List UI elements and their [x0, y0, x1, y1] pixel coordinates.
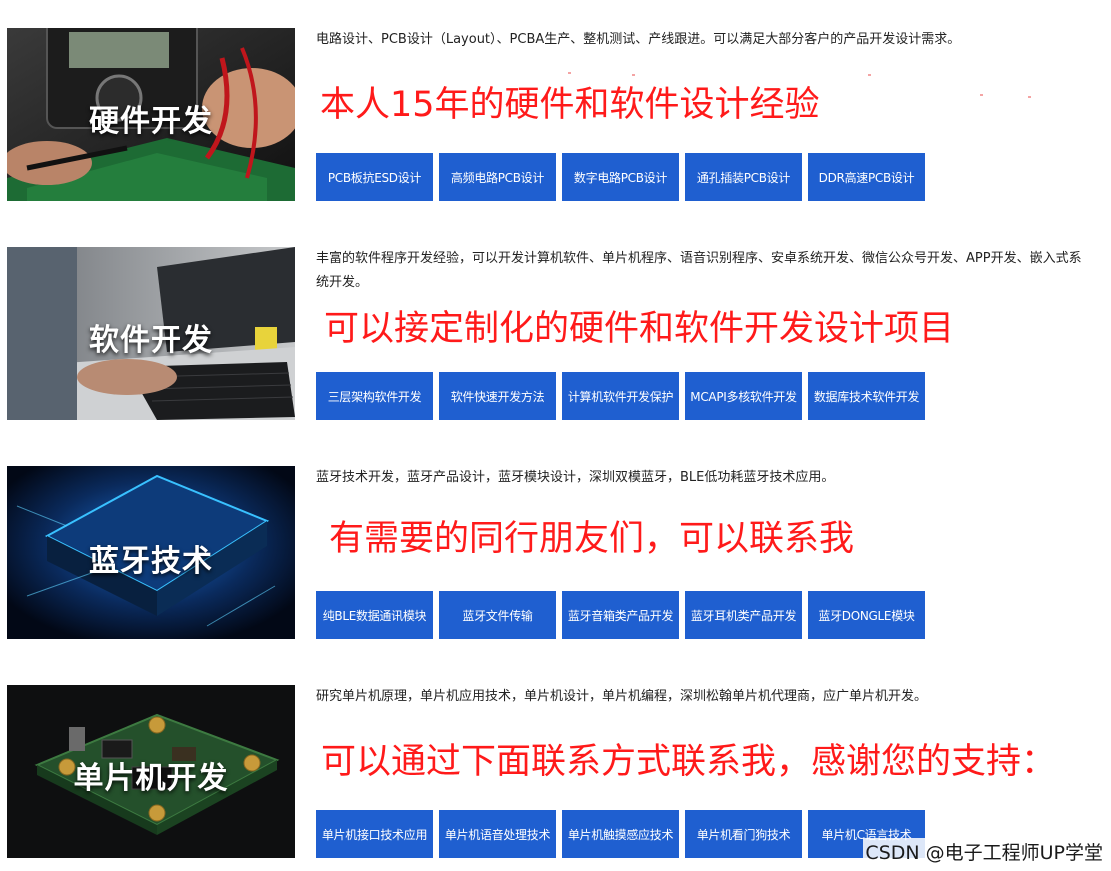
software-highlight: 可以接定制化的硬件和软件开发设计项目 [324, 309, 955, 349]
mcu-button-voice[interactable]: 单片机语音处理技术 [439, 810, 556, 858]
service-section-mcu: 单片机开发 研究单片机原理，单片机应用技术，单片机设计，单片机编程，深圳松翰单片… [0, 685, 1111, 861]
mcu-button-touch[interactable]: 单片机触摸感应技术 [562, 810, 679, 858]
bluetooth-button-earphone[interactable]: 蓝牙耳机类产品开发 [685, 591, 802, 639]
decorative-speck [868, 74, 871, 76]
service-section-bluetooth: 蓝牙技术 蓝牙技术开发，蓝牙产品设计，蓝牙模块设计，深圳双模蓝牙，BLE低功耗蓝… [0, 466, 1111, 642]
mcu-button-watchdog[interactable]: 单片机看门狗技术 [685, 810, 802, 858]
software-title: 软件开发 [89, 323, 213, 358]
bluetooth-description: 蓝牙技术开发，蓝牙产品设计，蓝牙模块设计，深圳双模蓝牙，BLE低功耗蓝牙技术应用… [316, 470, 835, 485]
software-button-3tier[interactable]: 三层架构软件开发 [316, 372, 433, 420]
software-description: 丰富的软件程序开发经验，可以开发计算机软件、单片机程序、语音识别程序、安卓系统开… [316, 251, 1082, 290]
software-button-database[interactable]: 数据库技术软件开发 [808, 372, 925, 420]
hardware-thumbnail[interactable]: 硬件开发 [7, 28, 295, 201]
software-button-row: 三层架构软件开发 软件快速开发方法 计算机软件开发保护 MCAPI多核软件开发 … [316, 372, 925, 420]
hardware-button-ddr[interactable]: DDR高速PCB设计 [808, 153, 925, 201]
mcu-button-row: 单片机接口技术应用 单片机语音处理技术 单片机触摸感应技术 单片机看门狗技术 单… [316, 810, 925, 858]
hardware-button-hf[interactable]: 高频电路PCB设计 [439, 153, 556, 201]
hardware-title: 硬件开发 [89, 104, 213, 139]
mcu-description: 研究单片机原理，单片机应用技术，单片机设计，单片机编程，深圳松翰单片机代理商，应… [316, 689, 928, 704]
decorative-speck [568, 72, 571, 74]
mcu-button-interface[interactable]: 单片机接口技术应用 [316, 810, 433, 858]
csdn-watermark: CSDN @电子工程师UP学堂 [863, 838, 1105, 865]
mcu-highlight: 可以通过下面联系方式联系我，感谢您的支持： [321, 742, 1057, 782]
bluetooth-title: 蓝牙技术 [89, 544, 213, 579]
mcu-thumbnail[interactable]: 单片机开发 [7, 685, 295, 858]
software-button-rapid[interactable]: 软件快速开发方法 [439, 372, 556, 420]
bluetooth-button-dongle[interactable]: 蓝牙DONGLE模块 [808, 591, 925, 639]
bluetooth-button-speaker[interactable]: 蓝牙音箱类产品开发 [562, 591, 679, 639]
service-section-hardware: 硬件开发 电路设计、PCB设计（Layout）、PCBA生产、整机测试、产线跟进… [0, 28, 1111, 204]
bluetooth-button-file[interactable]: 蓝牙文件传输 [439, 591, 556, 639]
bluetooth-button-ble[interactable]: 纯BLE数据通讯模块 [316, 591, 433, 639]
bluetooth-highlight: 有需要的同行朋友们，可以联系我 [329, 519, 855, 559]
hardware-description: 电路设计、PCB设计（Layout）、PCBA生产、整机测试、产线跟进。可以满足… [316, 32, 961, 47]
mcu-title: 单片机开发 [73, 761, 229, 796]
hardware-button-esd[interactable]: PCB板抗ESD设计 [316, 153, 433, 201]
bluetooth-thumbnail[interactable]: 蓝牙技术 [7, 466, 295, 639]
decorative-speck [1028, 96, 1031, 98]
hardware-highlight: 本人15年的硬件和软件设计经验 [320, 85, 820, 125]
hardware-button-tht[interactable]: 通孔插装PCB设计 [685, 153, 802, 201]
software-button-mcapi[interactable]: MCAPI多核软件开发 [685, 372, 802, 420]
service-section-software: 软件开发 丰富的软件程序开发经验，可以开发计算机软件、单片机程序、语音识别程序、… [0, 247, 1111, 423]
hardware-button-row: PCB板抗ESD设计 高频电路PCB设计 数字电路PCB设计 通孔插装PCB设计… [316, 153, 925, 201]
bluetooth-button-row: 纯BLE数据通讯模块 蓝牙文件传输 蓝牙音箱类产品开发 蓝牙耳机类产品开发 蓝牙… [316, 591, 925, 639]
software-thumbnail[interactable]: 软件开发 [7, 247, 295, 420]
decorative-speck [632, 74, 635, 76]
hardware-button-digital[interactable]: 数字电路PCB设计 [562, 153, 679, 201]
decorative-speck [980, 94, 983, 96]
software-button-protect[interactable]: 计算机软件开发保护 [562, 372, 679, 420]
